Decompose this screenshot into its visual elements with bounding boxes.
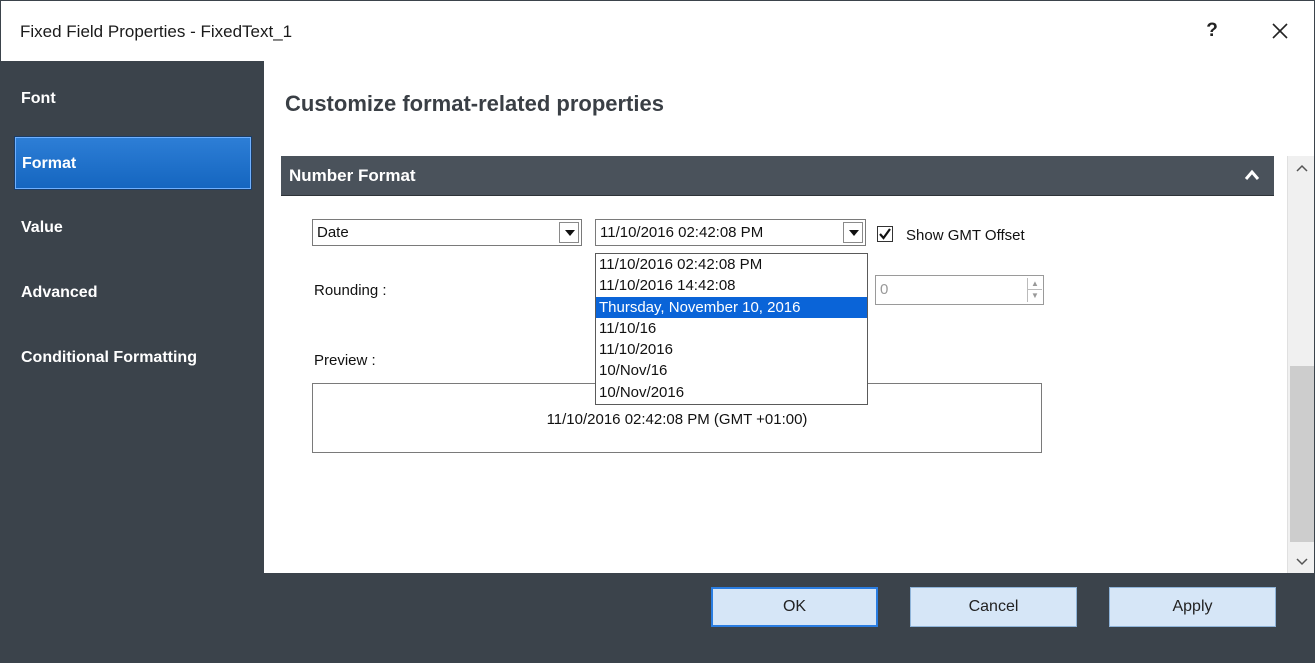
help-button[interactable]: ? [1197,15,1227,47]
dropdown-option[interactable]: 11/10/16 [596,318,867,339]
sidebar: Font Format Value Advanced Conditional F… [1,61,264,662]
window-title: Fixed Field Properties - FixedText_1 [20,22,293,41]
stepper-down-icon[interactable]: ▼ [1028,290,1042,302]
show-gmt-offset-label[interactable]: Show GMT Offset [906,227,1025,244]
format-pattern-select[interactable]: 11/10/2016 02:42:08 PM [595,219,866,246]
sidebar-item-format[interactable]: Format [15,137,251,189]
stepper-buttons: ▲ ▼ [1027,278,1042,302]
ok-button[interactable]: OK [711,587,878,627]
rounding-stepper[interactable]: 0 ▲ ▼ [875,275,1044,305]
close-icon [1272,23,1288,39]
dropdown-option[interactable]: 11/10/2016 [596,339,867,360]
apply-button[interactable]: Apply [1109,587,1276,627]
format-type-select[interactable]: Date [312,219,582,246]
dropdown-option[interactable]: 10/Nov/16 [596,360,867,381]
close-button[interactable] [1263,15,1297,47]
rounding-value: 0 [880,281,889,298]
section-title: Number Format [289,166,416,185]
sidebar-item-advanced[interactable]: Advanced [15,267,251,319]
dropdown-option[interactable]: 10/Nov/2016 [596,382,867,403]
format-pattern-value: 11/10/2016 02:42:08 PM [600,224,764,241]
dialog-window: Fixed Field Properties - FixedText_1 ? F… [0,0,1315,663]
scrollbar-thumb[interactable] [1290,366,1314,542]
preview-text: 11/10/2016 02:42:08 PM (GMT +01:00) [546,411,808,428]
format-pattern-dropdown-button[interactable] [843,222,863,243]
sidebar-item-value[interactable]: Value [15,202,251,254]
dropdown-option[interactable]: 11/10/2016 02:42:08 PM [596,254,867,275]
preview-label: Preview : [314,352,376,369]
sidebar-item-font[interactable]: Font [15,73,251,125]
dropdown-option[interactable]: 11/10/2016 14:42:08 [596,275,867,296]
section-header-number-format[interactable]: Number Format [281,156,1274,196]
show-gmt-offset-checkbox[interactable] [877,226,893,242]
sidebar-item-conditional-formatting[interactable]: Conditional Formatting [15,332,251,384]
chevron-up-icon[interactable] [1244,168,1260,182]
scroll-down-icon[interactable] [1295,557,1309,567]
format-type-value: Date [317,224,349,241]
page-title: Customize format-related properties [285,91,664,116]
format-pattern-dropdown-list: 11/10/2016 02:42:08 PM 11/10/2016 14:42:… [595,253,868,405]
cancel-button[interactable]: Cancel [910,587,1077,627]
checkmark-icon [879,228,891,240]
triangle-down-icon [565,230,575,236]
title-bar: Fixed Field Properties - FixedText_1 ? [1,1,1314,61]
dropdown-option-highlighted[interactable]: Thursday, November 10, 2016 [596,296,867,318]
format-type-dropdown-button[interactable] [559,222,579,243]
scroll-up-icon[interactable] [1295,163,1309,173]
triangle-down-icon [849,230,859,236]
vertical-scrollbar[interactable] [1287,156,1314,573]
content-panel: Customize format-related properties Numb… [264,61,1314,573]
rounding-label: Rounding : [314,282,387,299]
stepper-up-icon[interactable]: ▲ [1028,278,1042,290]
